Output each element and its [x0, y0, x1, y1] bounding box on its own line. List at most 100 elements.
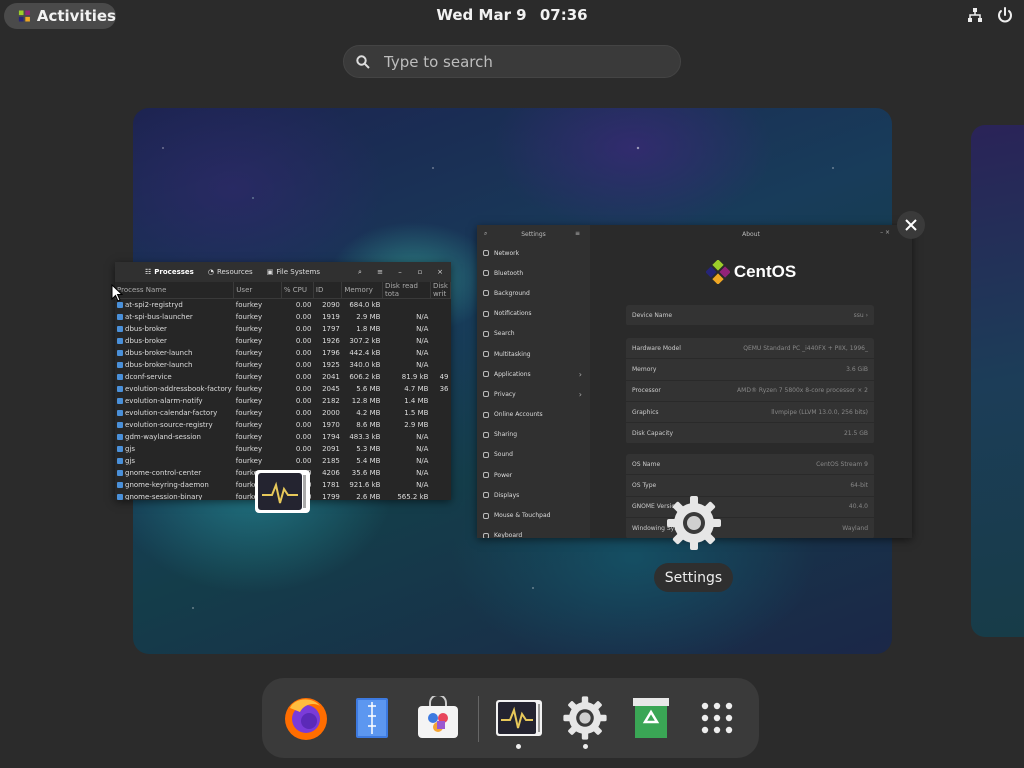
column-cpu[interactable]: % CPU — [281, 282, 314, 299]
process-icon — [117, 410, 123, 416]
tab-resources[interactable]: ◔ Resources — [208, 268, 253, 276]
sidebar-item-sharing[interactable]: Sharing — [477, 425, 590, 445]
sidebar-item-bluetooth[interactable]: Bluetooth — [477, 263, 590, 283]
column-disk-read[interactable]: Disk read tota — [382, 282, 431, 299]
sidebar-item-mouse-touchpad[interactable]: Mouse & Touchpad — [477, 505, 590, 525]
network-icon[interactable] — [966, 6, 984, 24]
process-icon — [117, 494, 123, 500]
clock[interactable]: Wed Mar 9 07:36 — [0, 6, 1024, 24]
table-row[interactable]: dconf-service fourkey 0.00 2041 606.2 kB 81.9… — [115, 371, 451, 383]
system-monitor-icon — [258, 473, 306, 510]
settings-main-header: About – × — [742, 229, 890, 238]
workspace-thumbnail-next[interactable] — [971, 125, 1024, 637]
system-monitor-app-icon — [255, 470, 310, 513]
process-name-cell: gdm-wayland-session — [115, 431, 234, 443]
device-name-group[interactable]: Device Name ssu › — [626, 305, 874, 327]
table-row[interactable]: at-spi2-registryd fourkey 0.00 2090 684.0 kB — [115, 299, 451, 312]
search-icon[interactable]: ⌕ — [355, 267, 365, 277]
table-row[interactable]: at-spi-bus-launcher fourkey 0.00 1919 2.9 MB… — [115, 311, 451, 323]
table-cell: 1.8 MB — [356, 325, 381, 333]
table-cell: 2090 — [322, 301, 340, 309]
table-cell: 606.2 kB — [349, 373, 381, 381]
table-cell — [430, 431, 450, 443]
search-box[interactable] — [343, 45, 681, 78]
table-row[interactable]: dbus-broker fourkey 0.00 1797 1.8 MB N/A — [115, 323, 451, 335]
sidebar-item-multitasking[interactable]: Multitasking — [477, 344, 590, 364]
table-cell: N/A — [416, 445, 429, 453]
sidebar-item-online-accounts[interactable]: Online Accounts — [477, 405, 590, 425]
table-cell: fourkey — [235, 337, 263, 345]
dash-dock — [262, 678, 759, 758]
sidebar-item-background[interactable]: Background — [477, 283, 590, 303]
table-row[interactable]: gjs fourkey 0.00 2185 5.4 MB N/A — [115, 455, 451, 467]
sidebar-item-network[interactable]: Network — [477, 243, 590, 263]
tab-file-systems[interactable]: ▣ File Systems — [267, 268, 320, 276]
dock-trash[interactable] — [625, 692, 677, 744]
search-input[interactable] — [382, 51, 666, 72]
dock-text-editor[interactable] — [346, 692, 398, 744]
sidebar-item-icon — [483, 472, 489, 479]
sidebar-item-applications[interactable]: Applications › — [477, 364, 590, 384]
column-id[interactable]: ID — [313, 282, 343, 299]
sidebar-item-displays[interactable]: Displays — [477, 485, 590, 505]
sidebar-item-notifications[interactable]: Notifications — [477, 304, 590, 324]
system-tray[interactable] — [966, 6, 1014, 24]
table-row[interactable]: evolution-addressbook-factory fourkey 0.00… — [115, 383, 451, 395]
column-process-name[interactable]: Process Name — [115, 282, 235, 299]
menu-icon[interactable]: ≡ — [575, 230, 580, 237]
maximize-icon[interactable]: ▫ — [415, 267, 425, 277]
sidebar-item-sound[interactable]: Sound — [477, 445, 590, 465]
sidebar-item-privacy[interactable]: Privacy › — [477, 384, 590, 404]
process-icon — [117, 362, 123, 368]
close-icon[interactable]: × — [435, 267, 445, 277]
table-cell: fourkey — [235, 361, 263, 369]
dock-show-apps[interactable] — [691, 692, 743, 744]
search-icon[interactable]: ⌕ — [484, 230, 487, 238]
file-systems-icon: ▣ — [266, 268, 274, 276]
dock-settings[interactable] — [559, 692, 611, 744]
close-window-button[interactable] — [897, 211, 925, 239]
table-row[interactable]: evolution-source-registry fourkey 0.00 1970… — [115, 419, 451, 431]
table-cell: N/A — [416, 337, 429, 345]
column-memory[interactable]: Memory — [341, 282, 383, 299]
system-monitor-window[interactable]: ☷ Processes ◔ Resources ▣ File Systems ⌕… — [115, 262, 451, 500]
table-row[interactable]: dbus-broker-launch fourkey 0.00 1925 340.0 k… — [115, 359, 451, 371]
process-icon — [117, 398, 123, 404]
sidebar-item-power[interactable]: Power — [477, 465, 590, 485]
table-cell: 5.4 MB — [356, 457, 381, 465]
settings-sidebar: ⌕ Settings ≡ Network Bluetooth Background N… — [477, 225, 590, 538]
column-disk-write[interactable]: Disk writ — [430, 282, 451, 299]
sidebar-item-search[interactable]: Search — [477, 324, 590, 344]
process-name-cell: dbus-broker — [115, 323, 234, 335]
table-row[interactable]: gjs fourkey 0.00 2091 5.3 MB N/A — [115, 443, 451, 455]
device-name-row[interactable]: Device Name ssu › — [626, 305, 874, 327]
table-row[interactable]: dbus-broker fourkey 0.00 1926 307.2 kB N/A — [115, 335, 451, 347]
dock-firefox[interactable] — [280, 692, 332, 744]
settings-gear-icon — [667, 496, 721, 550]
power-icon[interactable] — [996, 6, 1014, 24]
table-cell: 36 — [439, 385, 449, 393]
process-icon — [117, 302, 123, 308]
settings-window[interactable]: ⌕ Settings ≡ Network Bluetooth Background N… — [477, 225, 912, 538]
menu-icon[interactable]: ≡ — [375, 267, 385, 277]
running-indicator — [583, 744, 588, 749]
window-controls[interactable]: – × — [880, 229, 890, 236]
table-row[interactable]: dbus-broker-launch fourkey 0.00 1796 442.4 k… — [115, 347, 451, 359]
table-cell: 1799 — [322, 493, 340, 500]
dock-system-monitor[interactable] — [493, 692, 545, 744]
settings-sidebar-header: ⌕ Settings ≡ — [484, 230, 580, 238]
table-cell: 4.7 MB — [404, 385, 429, 393]
table-row[interactable]: gdm-wayland-session fourkey 0.00 1794 483.3 … — [115, 431, 451, 443]
clock-time: 07:36 — [539, 6, 588, 24]
process-table[interactable]: Process Name User % CPU ID Memory Disk r… — [115, 282, 451, 500]
column-user[interactable]: User — [233, 282, 282, 299]
table-cell: 2.9 MB — [356, 313, 381, 321]
table-row[interactable]: evolution-calendar-factory fourkey 0.00 200… — [115, 407, 451, 419]
dock-software[interactable] — [412, 692, 464, 744]
minimize-icon[interactable]: – — [395, 267, 405, 277]
table-row[interactable]: evolution-alarm-notify fourkey 0.00 2182 12.… — [115, 395, 451, 407]
process-name-cell: at-spi2-registryd — [115, 299, 234, 312]
sidebar-item-keyboard[interactable]: Keyboard — [477, 526, 590, 538]
tab-processes[interactable]: ☷ Processes — [145, 268, 194, 276]
centos-logo: CentOS — [590, 260, 912, 284]
